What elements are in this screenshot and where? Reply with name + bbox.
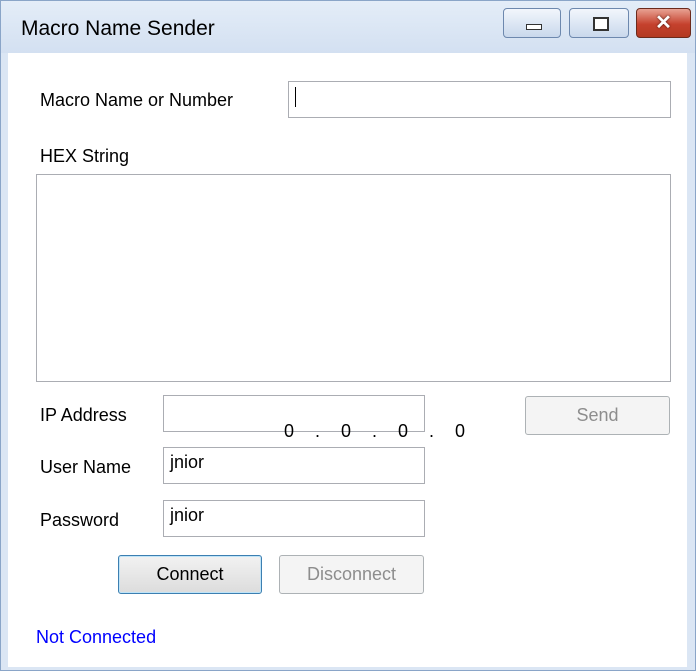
hex-string-label: HEX String [40, 146, 130, 166]
window-title: Macro Name Sender [21, 17, 215, 40]
minimize-icon [526, 24, 542, 30]
ip-address-value: 0 . 0 . 0 . 0 [284, 421, 468, 441]
disconnect-button[interactable]: Disconnect [279, 555, 424, 594]
ip-address-input[interactable]: 0 . 0 . 0 . 0 [163, 395, 465, 441]
password-label: Password [40, 510, 120, 530]
maximize-icon [593, 17, 609, 31]
connect-button[interactable]: Connect [118, 555, 262, 594]
minimize-button[interactable] [503, 8, 561, 38]
password-input[interactable]: jnior [163, 500, 425, 537]
app-window: Macro Name Sender ✕ Macro Name or Number… [0, 0, 696, 671]
send-button[interactable]: Send [525, 396, 670, 435]
user-name-label: User Name [40, 457, 132, 477]
user-name-value: jnior [170, 452, 205, 472]
connection-status: Not Connected [36, 627, 157, 647]
macro-name-label: Macro Name or Number [40, 90, 234, 110]
password-value: jnior [170, 505, 205, 525]
ip-address-label: IP Address [40, 405, 127, 425]
hex-string-textarea[interactable] [36, 174, 671, 382]
close-icon: ✕ [655, 12, 672, 34]
text-caret [295, 87, 296, 108]
close-button[interactable]: ✕ [636, 8, 691, 38]
user-name-input[interactable]: jnior [163, 447, 425, 484]
macro-name-input[interactable] [288, 81, 671, 118]
client-area: Macro Name or Number HEX String IP Addre… [8, 53, 687, 667]
maximize-button[interactable] [569, 8, 629, 38]
title-bar[interactable]: Macro Name Sender ✕ [1, 1, 695, 53]
